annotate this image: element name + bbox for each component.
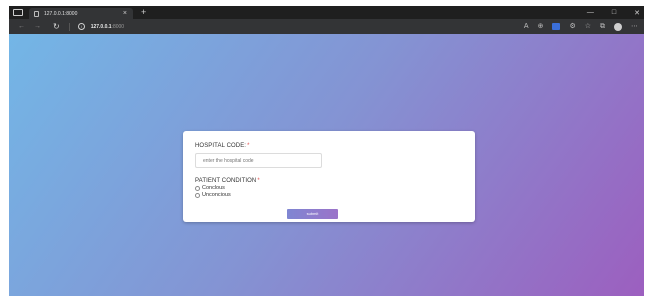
browser-toolbar: ← → ↻ i 127.0.0.1:8000 A ⊕ ⚙ ☆ ⧉ ⋯ (9, 19, 644, 34)
zoom-icon[interactable]: ⊕ (538, 19, 544, 34)
page-viewport: HOSPITAL CODE:* PATIENT CONDITION* Concl… (9, 34, 644, 296)
read-aloud-icon[interactable]: A (524, 19, 529, 34)
new-tab-icon[interactable]: + (141, 7, 146, 18)
site-info-icon[interactable]: i (77, 23, 85, 30)
forward-icon[interactable]: → (34, 19, 41, 34)
page-icon (34, 10, 39, 17)
copilot-icon[interactable] (552, 23, 561, 30)
window-menu-icon[interactable] (13, 9, 23, 16)
back-icon[interactable]: ← (18, 19, 25, 34)
hospital-code-label-text: HOSPITAL CODE: (195, 143, 247, 149)
tab-title: 127.0.0.1:8000 (44, 10, 78, 17)
required-marker: * (247, 143, 250, 149)
refresh-icon[interactable]: ↻ (53, 19, 60, 34)
radio-option-label: Unconcious (202, 192, 231, 198)
radio-option-label: Conclous (202, 185, 225, 191)
radio-option-conscious[interactable]: Conclous (195, 185, 225, 191)
url-host: 127.0.0.1 (90, 23, 112, 30)
more-icon[interactable]: ⋯ (631, 19, 638, 34)
hospital-code-input[interactable] (195, 153, 322, 168)
extensions-icon[interactable]: ⚙ (569, 19, 575, 34)
browser-tab[interactable]: 127.0.0.1:8000 × (29, 8, 133, 19)
hospital-code-label: HOSPITAL CODE:* (195, 143, 250, 149)
maximize-icon[interactable]: □ (612, 9, 616, 16)
toolbar-icons: A ⊕ ⚙ ☆ ⧉ ⋯ (524, 19, 638, 34)
address-bar[interactable]: 127.0.0.1:8000 (91, 24, 124, 30)
profile-icon[interactable] (614, 22, 622, 31)
close-window-icon[interactable]: ✕ (634, 9, 640, 17)
collections-icon[interactable]: ⧉ (600, 19, 605, 34)
submit-button[interactable]: submit (287, 209, 338, 219)
radio-button[interactable] (195, 185, 200, 191)
browser-window: 127.0.0.1:8000 × + — □ ✕ ← → ↻ i 127.0.0… (9, 6, 644, 296)
tab-close-icon[interactable]: × (123, 9, 127, 18)
hospital-form-card: HOSPITAL CODE:* PATIENT CONDITION* Concl… (183, 131, 475, 222)
patient-condition-label: PATIENT CONDITION* (195, 178, 260, 184)
required-marker: * (257, 178, 260, 184)
radio-button[interactable] (195, 192, 200, 198)
window-controls: — □ ✕ (587, 6, 640, 19)
radio-option-unconscious[interactable]: Unconcious (195, 192, 231, 198)
url-port: :8000 (111, 23, 125, 30)
divider (68, 22, 70, 31)
favorites-icon[interactable]: ☆ (585, 19, 591, 34)
minimize-icon[interactable]: — (587, 9, 594, 16)
tab-strip: 127.0.0.1:8000 × + — □ ✕ (9, 6, 644, 19)
patient-condition-label-text: PATIENT CONDITION (195, 178, 257, 184)
